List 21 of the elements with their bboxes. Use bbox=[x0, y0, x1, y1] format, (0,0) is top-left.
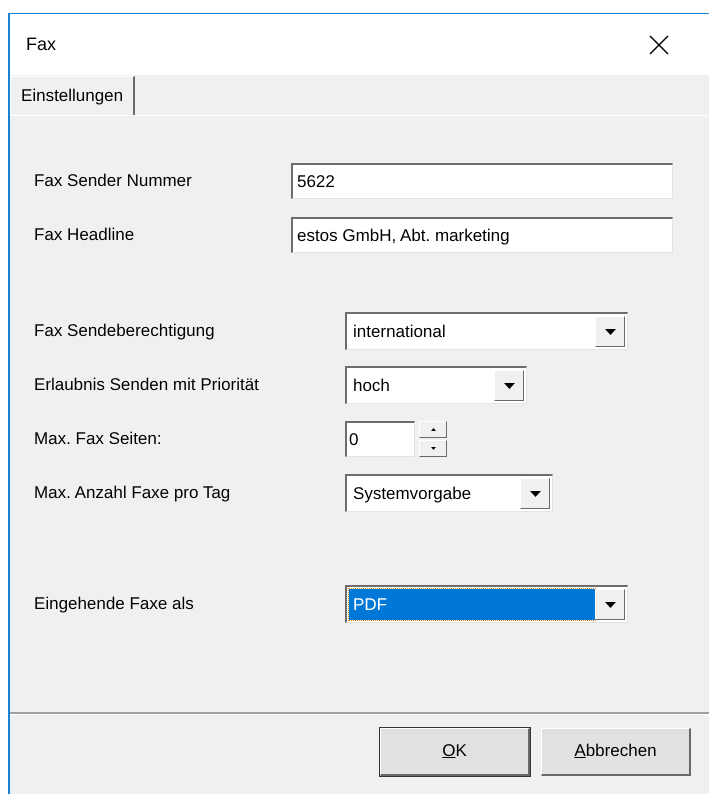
field-label: Max. Fax Seiten: bbox=[34, 429, 163, 449]
spin-down-icon[interactable] bbox=[419, 440, 447, 457]
text-field[interactable]: estos GmbH, Abt. marketing bbox=[291, 217, 673, 253]
field-label: Fax Headline bbox=[34, 225, 136, 245]
field-label: Fax Sender Nummer bbox=[34, 171, 193, 191]
text-field[interactable]: 5622 bbox=[291, 163, 673, 199]
spin-up-icon[interactable] bbox=[419, 421, 447, 438]
settings-tab[interactable]: Einstellungen bbox=[10, 76, 136, 115]
field-label: Max. Anzahl Faxe pro Tag bbox=[34, 483, 232, 503]
dialog-button[interactable]: Abbrechen bbox=[541, 728, 691, 776]
number-field[interactable]: 0 bbox=[345, 421, 415, 457]
dropdown[interactable]: PDF bbox=[345, 585, 628, 623]
field-label: Fax Sendeberechtigung bbox=[34, 321, 216, 341]
field-label: Eingehende Faxe als bbox=[34, 594, 195, 614]
dropdown[interactable]: Systemvorgabe bbox=[345, 474, 553, 512]
dropdown[interactable]: international bbox=[345, 312, 628, 350]
dialog-button[interactable]: OK bbox=[380, 728, 530, 776]
close-icon[interactable] bbox=[649, 34, 669, 54]
dropdown[interactable]: hoch bbox=[345, 366, 527, 404]
field-label: Erlaubnis Senden mit Priorität bbox=[34, 375, 260, 395]
window-title: Fax bbox=[26, 34, 56, 55]
